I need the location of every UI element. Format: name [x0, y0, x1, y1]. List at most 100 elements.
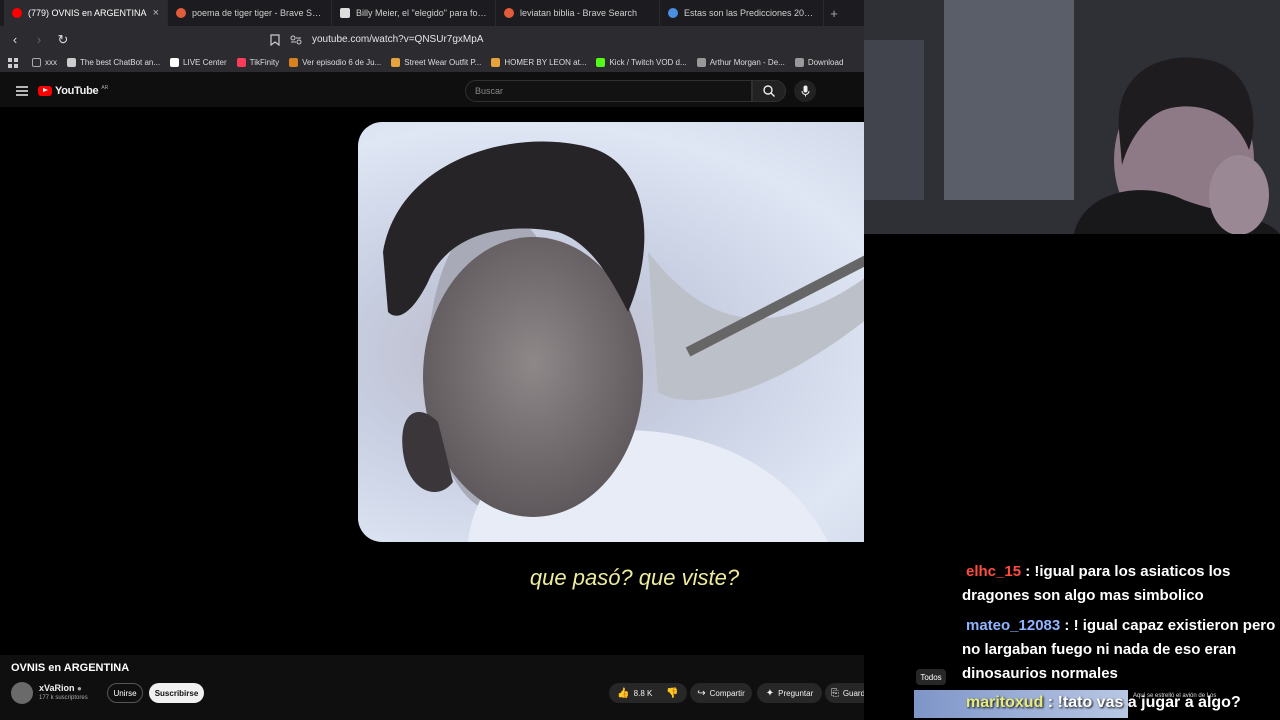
bookmark-label: Arthur Morgan - De... — [709, 58, 785, 67]
tab-bar: (779) OVNIS en ARGENTINA × poema de tige… — [0, 0, 864, 26]
bookmark-label: LIVE Center — [183, 58, 227, 67]
tab-ovnis[interactable]: (779) OVNIS en ARGENTINA × — [4, 0, 168, 26]
share-button[interactable]: ↪ Compartir — [690, 683, 752, 703]
channel-avatar[interactable] — [11, 682, 33, 704]
close-tab-icon[interactable]: × — [153, 7, 159, 19]
chat-separator: : — [1021, 563, 1035, 580]
tab-title: poema de tiger tiger - Brave Search — [192, 8, 323, 18]
tiktok-icon — [170, 58, 180, 67]
logo-text: YouTube — [55, 84, 99, 97]
bookmark-item[interactable]: Arthur Morgan - De... — [696, 58, 785, 67]
back-icon[interactable]: ‹ — [8, 32, 22, 47]
video-title: OVNIS en ARGENTINA — [11, 662, 130, 674]
thumbs-up-icon[interactable]: 👍 — [617, 688, 629, 699]
bookmark-item[interactable]: xxx — [32, 58, 57, 67]
apps-grid-icon[interactable] — [8, 57, 18, 68]
bookmark-item[interactable]: HOMER BY LEON at... — [491, 58, 586, 67]
search-input[interactable]: Buscar — [465, 80, 752, 102]
video-frame[interactable] — [358, 122, 911, 542]
share-label: Compartir — [709, 688, 745, 698]
youtube-favicon-icon — [12, 8, 22, 18]
chat-message: mateo_12083 : ! igual capaz existieron p… — [962, 614, 1280, 686]
bookmark-label: Download — [807, 58, 844, 67]
site-info-icon[interactable] — [290, 35, 302, 45]
url-text[interactable]: youtube.com/watch?v=QNSUr7gxMpA — [312, 34, 483, 45]
thumbs-down-icon[interactable]: 👎 — [666, 688, 678, 699]
tab-leviatan[interactable]: leviatan biblia - Brave Search — [496, 0, 660, 26]
page-favicon-icon — [340, 8, 350, 18]
search-button[interactable] — [752, 80, 786, 102]
country-code: AR — [101, 84, 109, 91]
page-icon — [391, 58, 401, 67]
save-icon: ⎘ — [830, 687, 839, 699]
channel-name-text: xVaRion — [39, 683, 75, 693]
bookmark-item[interactable]: Ver episodio 6 de Ju... — [289, 58, 381, 67]
new-tab-button[interactable]: + — [824, 6, 844, 21]
share-icon: ↪ — [697, 687, 706, 699]
page-icon — [794, 58, 804, 67]
brave-favicon-icon — [176, 8, 186, 18]
kick-icon — [596, 58, 606, 67]
chat-text: : !tato vas a jugar a algo? — [1043, 694, 1241, 711]
chat-overlay: elhc_15 : !igual para los asiaticos los … — [962, 560, 1280, 686]
verified-icon: ● — [77, 684, 82, 693]
chat-username: maritoxud — [966, 694, 1044, 711]
menu-icon[interactable] — [16, 85, 28, 96]
video-still-image — [383, 141, 911, 542]
ask-button[interactable]: ✦ Preguntar — [757, 683, 822, 703]
bookmark-item[interactable]: TikFinity — [236, 58, 280, 67]
bookmark-label: Kick / Twitch VOD d... — [609, 58, 687, 67]
folder-icon — [32, 58, 41, 67]
bookmark-item[interactable]: Download — [794, 58, 844, 67]
bookmark-icon[interactable] — [270, 33, 280, 46]
tab-poema[interactable]: poema de tiger tiger - Brave Search — [168, 0, 332, 26]
channel-name[interactable]: xVaRion ● — [39, 683, 82, 693]
sparkle-icon: ✦ — [765, 687, 775, 699]
brave-favicon-icon — [504, 8, 514, 18]
tab-billy-meier[interactable]: Billy Meier, el "elegido" para fotograf — [332, 0, 496, 26]
bookmark-label: Street Wear Outfit P... — [404, 58, 482, 67]
bookmarks-bar: xxx The best ChatBot an... LIVE Center T… — [0, 53, 864, 73]
reload-icon[interactable]: ↻ — [56, 32, 70, 47]
join-button[interactable]: Unirse — [107, 683, 143, 703]
navigation-bar: ‹ › ↻ youtube.com/watch?v=QNSUr7gxMpA — [0, 26, 864, 53]
bookmark-label: xxx — [45, 58, 57, 67]
bookmark-label: TikFinity — [249, 58, 280, 67]
bookmark-item[interactable]: The best ChatBot an... — [67, 58, 160, 67]
chat-separator: : — [1060, 617, 1074, 634]
chat-username: mateo_12083 — [966, 617, 1061, 634]
streamer-webcam-image — [864, 0, 1280, 234]
bookmark-item[interactable]: Street Wear Outfit P... — [391, 58, 481, 67]
tab-title: leviatan biblia - Brave Search — [520, 8, 638, 18]
filter-chip-all[interactable]: Todos — [916, 669, 946, 685]
anime-icon — [289, 58, 299, 67]
bookmark-label: HOMER BY LEON at... — [504, 58, 587, 67]
forward-icon[interactable]: › — [32, 32, 46, 47]
video-subtitle: que pasó? que viste? — [529, 565, 740, 590]
page-icon — [491, 58, 501, 67]
chat-message-latest: maritoxud : !tato vas a jugar a algo? — [966, 694, 1241, 712]
bookmark-item[interactable]: Kick / Twitch VOD d... — [596, 58, 687, 67]
voice-search-button[interactable] — [794, 80, 816, 102]
chat-message: elhc_15 : !igual para los asiaticos los … — [962, 560, 1280, 608]
search-icon — [763, 85, 775, 97]
tab-predicciones[interactable]: Estas son las Predicciones 2026, seg — [660, 0, 824, 26]
subscribe-button[interactable]: Suscribirse — [149, 683, 204, 703]
like-count[interactable]: 8.8 K — [634, 689, 653, 698]
address-bar[interactable]: youtube.com/watch?v=QNSUr7gxMpA — [270, 30, 483, 50]
tab-title: Estas son las Predicciones 2026, seg — [684, 8, 815, 18]
screen: (779) OVNIS en ARGENTINA × poema de tige… — [0, 0, 1280, 720]
ask-label: Preguntar — [778, 688, 814, 698]
tab-title: (779) OVNIS en ARGENTINA — [28, 8, 147, 18]
webcam-overlay — [864, 0, 1280, 234]
bookmark-label: The best ChatBot an... — [80, 58, 161, 67]
chatbot-icon — [67, 58, 76, 67]
bookmark-label: Ver episodio 6 de Ju... — [302, 58, 382, 67]
chat-username: elhc_15 — [966, 563, 1022, 580]
subscriber-count: 177 k suscriptores — [39, 695, 88, 701]
page-icon — [696, 58, 706, 67]
like-dislike-group: 👍 8.8 K 👎 — [609, 683, 687, 703]
tab-title: Billy Meier, el "elegido" para fotograf — [356, 8, 487, 18]
youtube-logo[interactable]: YouTube AR — [38, 85, 108, 97]
bookmark-item[interactable]: LIVE Center — [170, 58, 227, 67]
